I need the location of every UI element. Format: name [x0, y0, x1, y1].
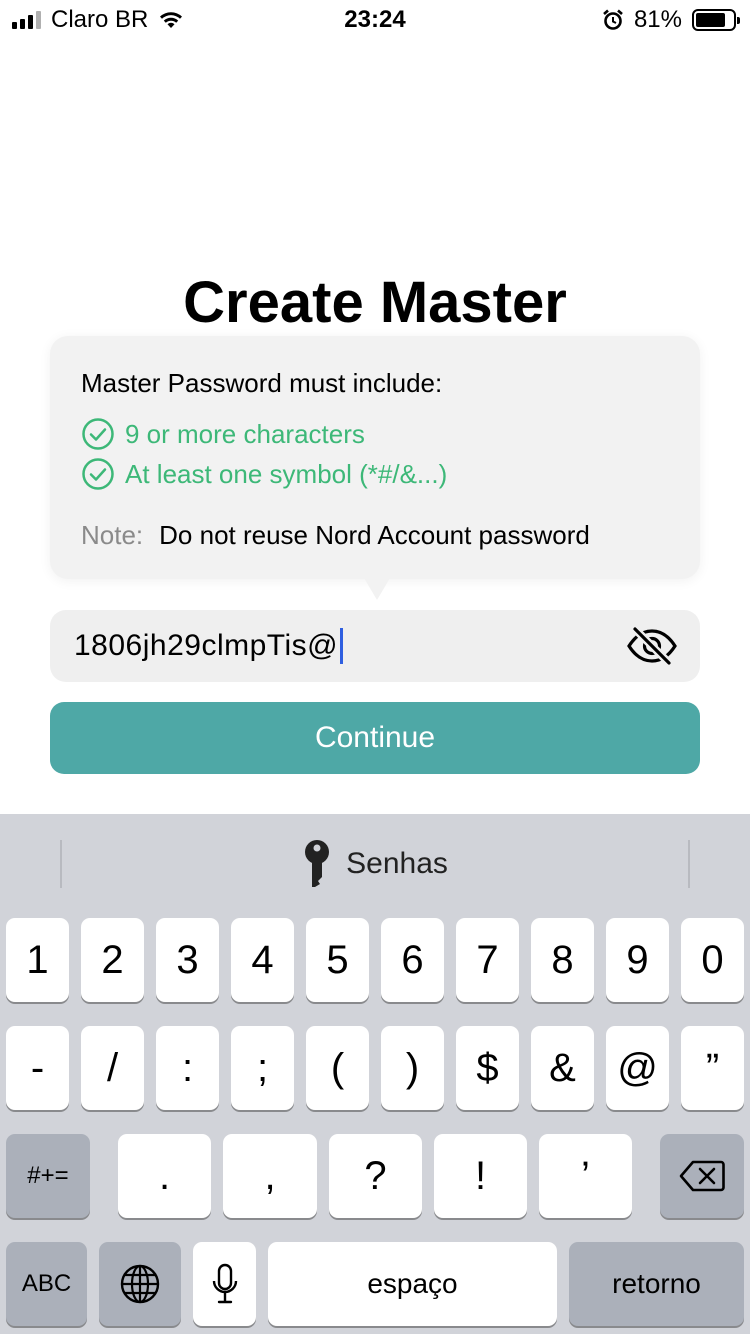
key-colon[interactable]: :	[156, 1026, 219, 1110]
requirement-text: 9 or more characters	[125, 419, 365, 449]
key-close-paren[interactable]: )	[381, 1026, 444, 1110]
note-row: Note: Do not reuse Nord Account password	[81, 519, 590, 551]
key-slash[interactable]: /	[81, 1026, 144, 1110]
key-at[interactable]: @	[606, 1026, 669, 1110]
password-suggestion[interactable]: Senhas	[0, 836, 750, 892]
text-caret	[340, 628, 344, 664]
tooltip-arrow	[364, 578, 390, 600]
check-circle-icon	[82, 418, 114, 450]
key-7[interactable]: 7	[456, 918, 519, 1002]
key-9[interactable]: 9	[606, 918, 669, 1002]
key-period[interactable]: .	[118, 1134, 211, 1218]
key-2[interactable]: 2	[81, 918, 144, 1002]
key-quote[interactable]: ”	[681, 1026, 744, 1110]
delete-key[interactable]	[660, 1134, 744, 1218]
key-question[interactable]: ?	[329, 1134, 422, 1218]
page-title: Create Master	[183, 270, 567, 335]
requirement-text: At least one symbol (*#/&...)	[125, 459, 448, 489]
globe-key[interactable]	[99, 1242, 181, 1326]
key-apostrophe[interactable]: ’	[539, 1134, 632, 1218]
password-text: 1806jh29clmpTis@	[74, 629, 339, 662]
suggestion-label: Senhas	[346, 847, 448, 880]
key-6[interactable]: 6	[381, 918, 444, 1002]
key-comma[interactable]: ,	[223, 1134, 317, 1218]
return-key[interactable]: retorno	[569, 1242, 744, 1326]
note-text: Do not reuse Nord Account password	[159, 520, 590, 550]
requirements-heading: Master Password must include:	[81, 368, 443, 398]
check-circle-icon	[82, 458, 114, 490]
password-requirements-tooltip: Master Password must include: 9 or more …	[50, 336, 700, 579]
master-password-input[interactable]: 1806jh29clmpTis@	[50, 610, 700, 682]
battery-level	[696, 13, 726, 27]
key-3[interactable]: 3	[156, 918, 219, 1002]
key-abc[interactable]: ABC	[6, 1242, 87, 1326]
space-key[interactable]: espaço	[268, 1242, 557, 1326]
battery-icon	[692, 9, 740, 31]
password-value[interactable]: 1806jh29clmpTis@	[74, 628, 344, 664]
key-1[interactable]: 1	[6, 918, 69, 1002]
status-bar: Claro BR 23:24 81%	[0, 0, 750, 40]
status-right: 81%	[602, 6, 740, 34]
alarm-icon	[603, 9, 623, 30]
requirement-item: 9 or more characters	[81, 417, 365, 451]
key-0[interactable]: 0	[681, 918, 744, 1002]
key-8[interactable]: 8	[531, 918, 594, 1002]
note-label: Note:	[81, 520, 144, 550]
key-icon	[305, 840, 330, 887]
globe-icon	[120, 1264, 160, 1304]
key-open-paren[interactable]: (	[306, 1026, 369, 1110]
key-dollar[interactable]: $	[456, 1026, 519, 1110]
key-ampersand[interactable]: &	[531, 1026, 594, 1110]
key-more-symbols[interactable]: #+=	[6, 1134, 90, 1218]
key-4[interactable]: 4	[231, 918, 294, 1002]
microphone-icon	[212, 1263, 237, 1304]
requirement-item: At least one symbol (*#/&...)	[81, 457, 447, 491]
eye-slash-icon[interactable]	[626, 626, 678, 666]
delete-icon	[679, 1160, 725, 1192]
battery-percent: 81%	[633, 6, 682, 33]
key-5[interactable]: 5	[306, 918, 369, 1002]
dictation-key[interactable]	[193, 1242, 256, 1326]
continue-button[interactable]: Continue	[50, 702, 700, 774]
key-semicolon[interactable]: ;	[231, 1026, 294, 1110]
key-exclamation[interactable]: !	[434, 1134, 527, 1218]
key-hyphen[interactable]: -	[6, 1026, 69, 1110]
keyboard: Senhas 1 2 3 4 5 6 7 8 9 0 - / : ; ( ) $…	[0, 814, 750, 1334]
